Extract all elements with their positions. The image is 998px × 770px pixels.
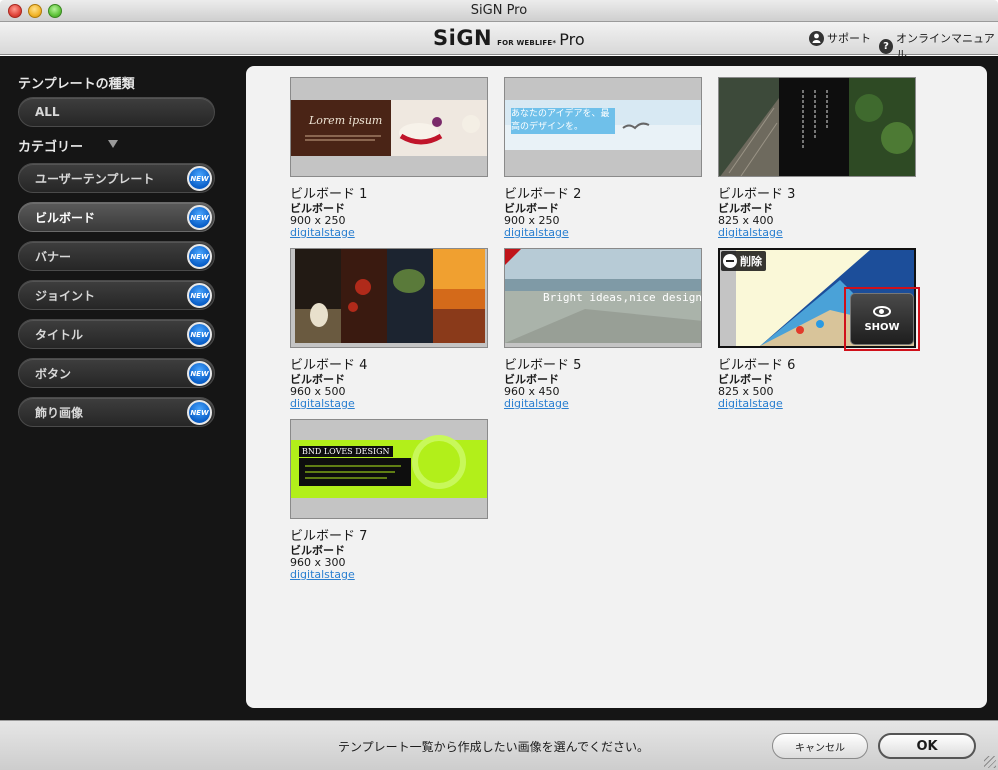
logo-main-text: SiGN: [433, 26, 493, 50]
category-label: ボタン: [35, 366, 72, 381]
template-card-billboard-5[interactable]: Bright ideas,nice design. ビルボード 5 ビルボード …: [504, 248, 702, 410]
template-card-billboard-6[interactable]: 削除 SHOW ビルボード 6 ビルボード 825 x 500 digitals…: [718, 248, 920, 410]
new-badge-icon: NEW: [187, 205, 212, 230]
template-title: ビルボード 3: [718, 187, 796, 202]
template-thumbnail[interactable]: Bright ideas,nice design.: [504, 248, 702, 348]
category-title[interactable]: タイトル NEW: [18, 319, 215, 349]
eye-icon: [873, 305, 891, 317]
new-badge-icon: NEW: [187, 166, 212, 191]
app-header: SiGN FOR WEBLIFE* Pro サポート ? オンラインマニュアル: [0, 22, 998, 61]
category-heading: カテゴリー: [18, 140, 84, 155]
template-thumbnail[interactable]: あなたのアイデアを、最高のデザインを。: [504, 77, 702, 177]
category-banner[interactable]: バナー NEW: [18, 241, 215, 271]
support-label: サポート: [827, 32, 871, 45]
app-logo: SiGN FOR WEBLIFE* Pro: [433, 26, 585, 50]
template-title: ビルボード 7: [290, 529, 368, 544]
new-badge-icon: NEW: [187, 400, 212, 425]
ok-button[interactable]: OK: [878, 733, 976, 759]
category-joint[interactable]: ジョイント NEW: [18, 280, 215, 310]
category-label: バナー: [35, 249, 72, 264]
template-author-link[interactable]: digitalstage: [504, 398, 569, 410]
template-author-link[interactable]: digitalstage: [290, 569, 355, 581]
cancel-button[interactable]: キャンセル: [772, 733, 868, 759]
help-icon: ?: [879, 38, 893, 54]
template-card-billboard-7[interactable]: BND LOVES DESIGN ビルボード 7 ビルボード 960 x 300…: [290, 419, 488, 581]
show-label: SHOW: [864, 321, 900, 333]
template-title: ビルボード 5: [504, 358, 582, 373]
template-title: ビルボード 6: [718, 358, 796, 373]
show-button-highlight: SHOW: [844, 287, 920, 351]
delete-label: 削除: [740, 255, 762, 268]
resize-grip-icon[interactable]: [984, 756, 996, 768]
category-billboard[interactable]: ビルボード NEW: [18, 202, 215, 232]
category-label: タイトル: [35, 327, 84, 342]
template-thumbnail[interactable]: Lorem ipsum: [290, 77, 488, 177]
thumbnail-caption: Lorem ipsum: [309, 114, 383, 127]
category-button[interactable]: ボタン NEW: [18, 358, 215, 388]
template-card-billboard-3[interactable]: ビルボード 3 ビルボード 825 x 400 digitalstage: [718, 77, 916, 239]
template-thumbnail[interactable]: [718, 77, 916, 177]
template-title: ビルボード 1: [290, 187, 368, 202]
template-card-billboard-2[interactable]: あなたのアイデアを、最高のデザインを。 ビルボード 2 ビルボード 900 x …: [504, 77, 702, 239]
template-grid: Lorem ipsum ビルボード 1 ビルボード 900 x 250 digi…: [246, 66, 987, 708]
category-decoration-image[interactable]: 飾り画像 NEW: [18, 397, 215, 427]
filter-all-label: ALL: [35, 105, 60, 119]
template-author-link[interactable]: digitalstage: [290, 227, 355, 239]
dialog-footer: テンプレート一覧から作成したい画像を選んでください。 キャンセル OK: [0, 720, 998, 770]
new-badge-icon: NEW: [187, 244, 212, 269]
template-title: ビルボード 4: [290, 358, 368, 373]
template-card-billboard-4[interactable]: ビルボード 4 ビルボード 960 x 500 digitalstage: [290, 248, 488, 410]
template-type-heading: テンプレートの種類: [18, 77, 135, 92]
category-collapse-icon[interactable]: [108, 140, 118, 148]
category-label: ビルボード: [35, 210, 96, 225]
support-link[interactable]: サポート: [809, 30, 871, 46]
new-badge-icon: NEW: [187, 361, 212, 386]
category-user-template[interactable]: ユーザーテンプレート NEW: [18, 163, 215, 193]
person-icon: [809, 30, 824, 46]
thumbnail-caption: あなたのアイデアを、最高のデザインを。: [511, 108, 615, 134]
category-label: ユーザーテンプレート: [35, 171, 155, 186]
template-title: ビルボード 2: [504, 187, 582, 202]
template-thumbnail[interactable]: BND LOVES DESIGN: [290, 419, 488, 519]
sidebar: テンプレートの種類 ALL カテゴリー ユーザーテンプレート NEW ビルボード…: [0, 56, 244, 720]
thumbnail-caption: BND LOVES DESIGN: [299, 446, 393, 457]
thumbnail-caption: Bright ideas,nice design.: [543, 291, 702, 304]
template-author-link[interactable]: digitalstage: [718, 398, 783, 410]
logo-sub-text: FOR WEBLIFE*: [497, 39, 557, 47]
category-label: ジョイント: [35, 288, 96, 303]
logo-pro-text: Pro: [559, 30, 585, 49]
show-preview-button[interactable]: SHOW: [850, 293, 914, 345]
window-title: SiGN Pro: [470, 3, 528, 18]
instruction-message: テンプレート一覧から作成したい画像を選んでください。: [338, 740, 650, 754]
window-titlebar: SiGN Pro: [0, 0, 998, 22]
new-badge-icon: NEW: [187, 322, 212, 347]
template-author-link[interactable]: digitalstage: [718, 227, 783, 239]
template-author-link[interactable]: digitalstage: [290, 398, 355, 410]
minus-icon: [723, 254, 737, 268]
template-author-link[interactable]: digitalstage: [504, 227, 569, 239]
delete-template-button[interactable]: 削除: [721, 251, 766, 271]
new-badge-icon: NEW: [187, 283, 212, 308]
filter-all-button[interactable]: ALL: [18, 97, 215, 127]
category-label: 飾り画像: [35, 405, 84, 420]
template-card-billboard-1[interactable]: Lorem ipsum ビルボード 1 ビルボード 900 x 250 digi…: [290, 77, 488, 239]
template-thumbnail[interactable]: [290, 248, 488, 348]
